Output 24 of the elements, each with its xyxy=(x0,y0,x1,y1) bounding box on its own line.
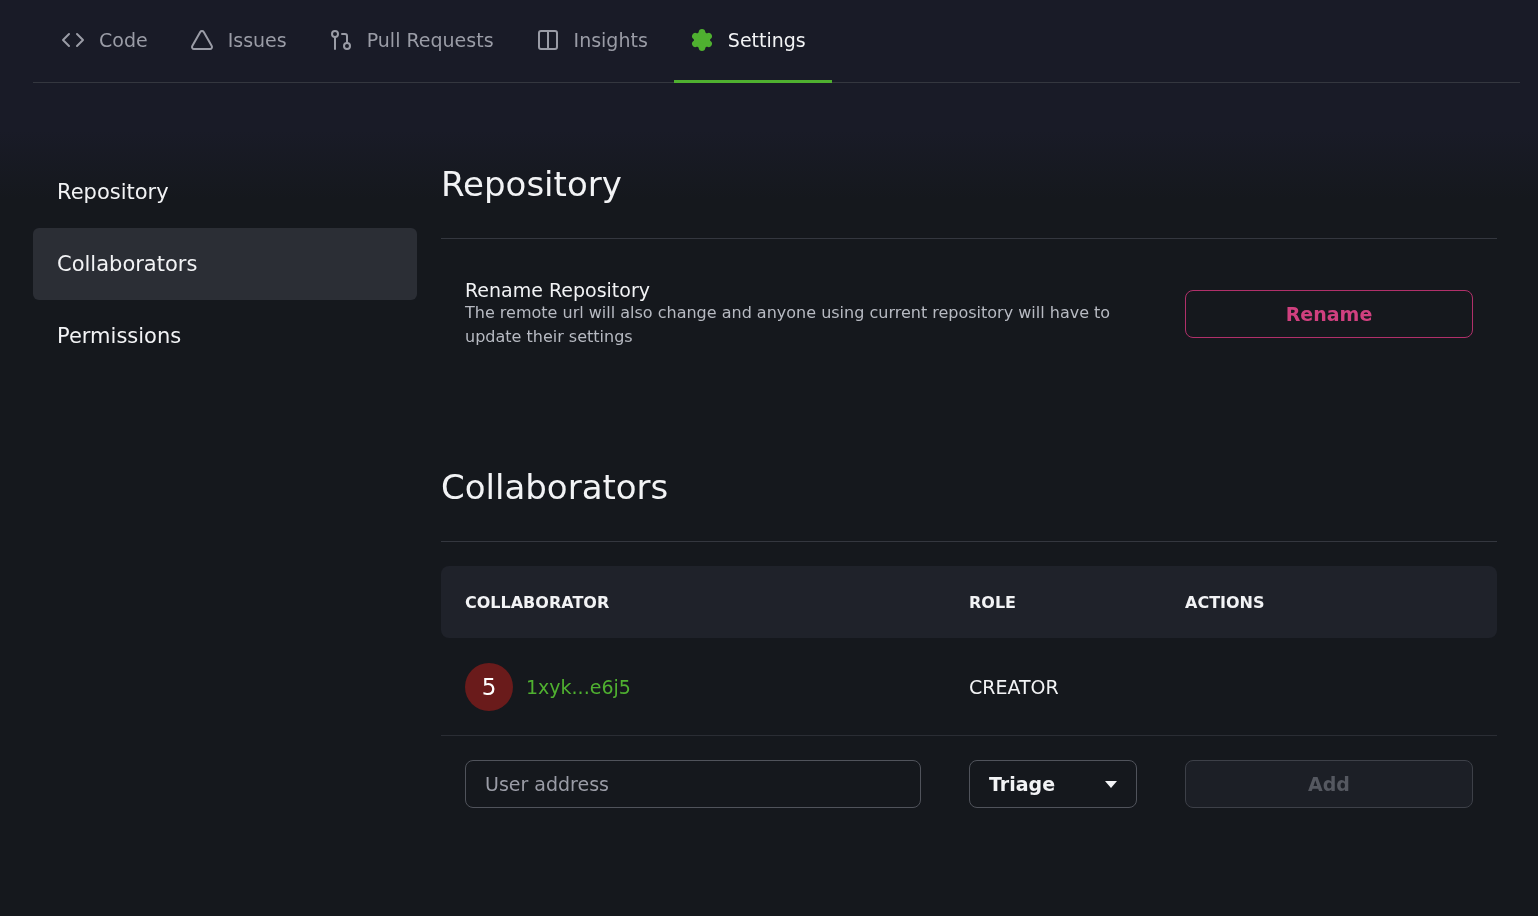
avatar: 5 xyxy=(465,662,513,711)
column-header: COLLABORATOR xyxy=(465,592,611,612)
nav-tab[interactable]: Code xyxy=(45,0,174,83)
section-title: Repository xyxy=(441,156,1497,239)
setting-description: The remote url will also change and anyone using current repository will have to update their settings xyxy=(465,302,1112,348)
nav-tab[interactable]: Pull Requests xyxy=(312,0,520,83)
column-header: ROLE xyxy=(969,592,1018,612)
nav-tab[interactable]: Issues xyxy=(173,0,313,83)
nav-tab[interactable]: Settings xyxy=(673,0,832,83)
columns-icon xyxy=(535,28,560,52)
sidebar-item[interactable]: Repository xyxy=(33,156,417,228)
setting-title: Rename Repository xyxy=(465,279,651,301)
triangle-icon xyxy=(189,28,214,52)
section-title: Collaborators xyxy=(441,459,1497,542)
branch-icon xyxy=(328,28,353,52)
sidebar-item[interactable]: Collaborators xyxy=(33,228,417,300)
nav-tab[interactable]: Insights xyxy=(519,0,674,83)
settings-icon xyxy=(689,28,714,52)
rename-button[interactable]: Rename xyxy=(1185,290,1473,338)
role-cell-text: CREATOR xyxy=(969,675,1060,698)
sidebar-item[interactable]: Permissions xyxy=(33,300,417,372)
column-header: ACTIONS xyxy=(1185,592,1266,612)
user-address[interactable]: 1xyk...e6j5 xyxy=(526,675,631,698)
caret-icon xyxy=(1105,780,1117,788)
